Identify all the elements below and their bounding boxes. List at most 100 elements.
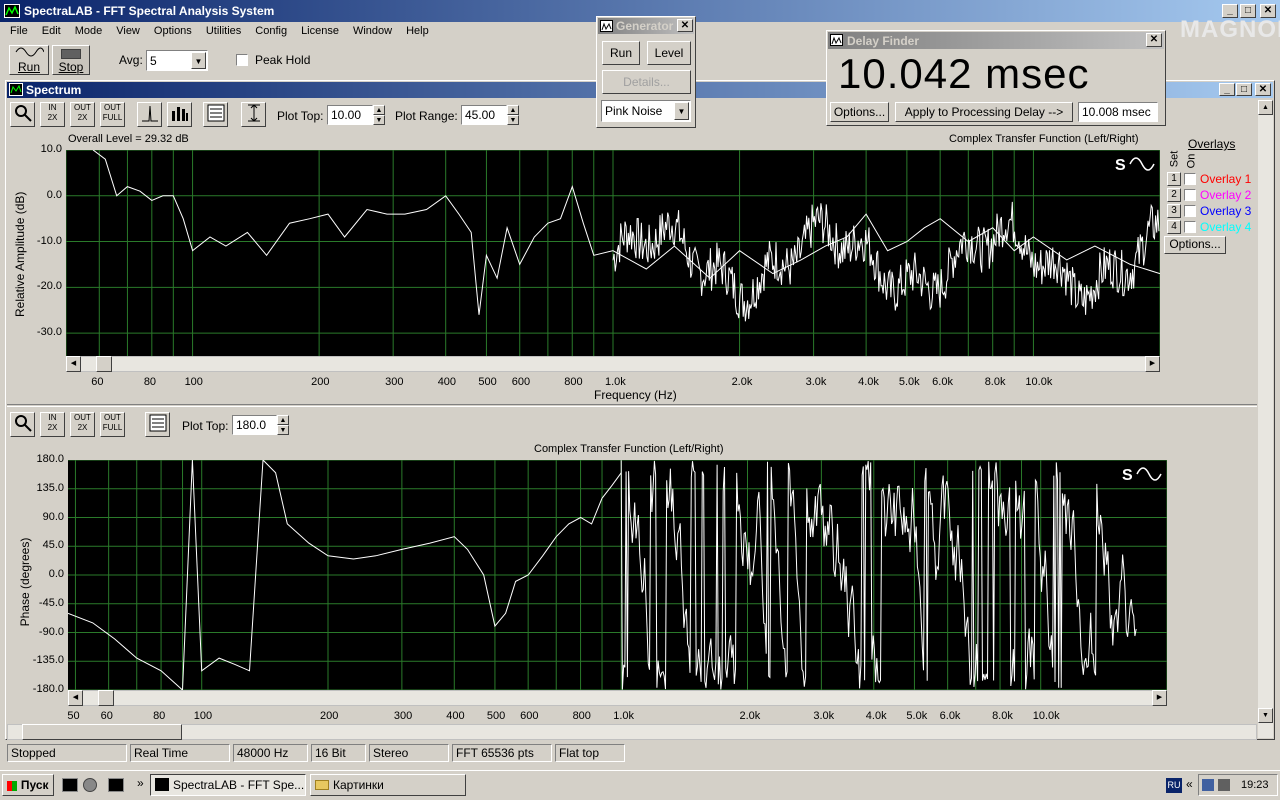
generator-run-button[interactable]: Run	[602, 41, 640, 65]
overlay-set-button[interactable]: 3	[1167, 204, 1181, 218]
y-tick-label: 10.0	[40, 143, 62, 155]
bar-graph-icon[interactable]	[167, 102, 192, 127]
phase-zoom-magnifier-icon[interactable]	[10, 412, 35, 437]
phase-plot-top-label: Plot Top:	[182, 419, 229, 433]
menu-item-edit[interactable]: Edit	[42, 25, 61, 37]
menu-item-config[interactable]: Config	[255, 25, 287, 37]
generator-signal-select[interactable]: Pink Noise ▼	[601, 100, 691, 122]
phase-settings-panel-icon[interactable]	[145, 412, 170, 437]
overlay-set-button[interactable]: 4	[1167, 220, 1181, 234]
plot-range-spin-up[interactable]: ▲	[507, 105, 519, 115]
phase-graph[interactable]: S	[68, 460, 1167, 690]
overlay-on-checkbox[interactable]	[1184, 173, 1196, 185]
phase-zoom-in-2x-icon[interactable]: IN 2X	[40, 412, 65, 437]
x-tick-label: 300	[385, 376, 404, 388]
quicklaunch-more-icon[interactable]: »	[137, 776, 144, 790]
amplitude-graph-title: Complex Transfer Function (Left/Right)	[949, 133, 1139, 145]
phase-plot-top-spin-up[interactable]: ▲	[277, 415, 289, 425]
overlay-on-checkbox[interactable]	[1184, 205, 1196, 217]
delay-finder-close-button[interactable]: ✕	[1146, 33, 1162, 47]
status-cell: Stereo	[369, 744, 449, 762]
settings-panel-icon[interactable]	[203, 102, 228, 127]
start-button[interactable]: Пуск	[2, 774, 54, 796]
hscroll-thumb-2[interactable]	[98, 690, 114, 706]
menu-item-view[interactable]: View	[116, 25, 140, 37]
vertical-scale-icon[interactable]	[241, 102, 266, 127]
menu-item-utilities[interactable]: Utilities	[206, 25, 241, 37]
language-indicator[interactable]: RU	[1166, 778, 1182, 793]
vscroll-up[interactable]: ▲	[1258, 100, 1273, 115]
spectrum-close-button[interactable]: ✕	[1255, 83, 1271, 96]
pane-divider[interactable]	[7, 404, 1257, 407]
delay-finder-title: Delay Finder	[847, 34, 920, 48]
run-button[interactable]: Run	[9, 45, 49, 75]
menu-item-options[interactable]: Options	[154, 25, 192, 37]
phase-plot-top-spin-down[interactable]: ▼	[277, 425, 289, 435]
spectrum-vscroll[interactable]	[1258, 100, 1273, 738]
plot-range-input[interactable]: 45.00	[461, 105, 507, 125]
peak-hold-label: Peak Hold	[255, 53, 311, 67]
spectrum-minimize-button[interactable]: _	[1219, 83, 1235, 96]
y-tick-label: 0.0	[46, 188, 62, 201]
overlay-options-button[interactable]: Options...	[1164, 236, 1226, 254]
hscroll-left-1[interactable]: ◀	[66, 356, 81, 372]
overlay-set-button[interactable]: 2	[1167, 188, 1181, 202]
y-tick-label: 0.0	[48, 568, 64, 580]
peak-hold-checkbox[interactable]	[236, 54, 248, 66]
zoom-out-2x-icon[interactable]: OUT 2X	[70, 102, 95, 127]
overlay-on-checkbox[interactable]	[1184, 221, 1196, 233]
menu-item-license[interactable]: License	[301, 25, 339, 37]
generator-level-button[interactable]: Level	[647, 41, 691, 65]
overlay-set-button[interactable]: 1	[1167, 172, 1181, 186]
menu-item-window[interactable]: Window	[353, 25, 392, 37]
task-spectralab-button[interactable]: SpectraLAB - FFT Spe...	[150, 774, 306, 796]
zoom-in-2x-icon[interactable]: IN 2X	[40, 102, 65, 127]
zoom-out-full-icon[interactable]: OUT FULL	[100, 102, 125, 127]
window-hscroll-thumb[interactable]	[22, 724, 182, 740]
avg-select[interactable]: 5 ▼	[146, 50, 208, 71]
stop-button[interactable]: Stop	[52, 45, 90, 75]
y-tick-label: -30.0	[36, 326, 62, 339]
amplitude-graph[interactable]: S	[66, 150, 1160, 356]
menu-item-mode[interactable]: Mode	[75, 25, 103, 37]
plot-top-spin-up[interactable]: ▲	[373, 105, 385, 115]
phase-zoom-out-2x-icon[interactable]: OUT 2X	[70, 412, 95, 437]
tray-volume-icon[interactable]	[1218, 779, 1230, 791]
peak-line-icon[interactable]	[137, 102, 162, 127]
hscroll-thumb-1[interactable]	[96, 356, 112, 372]
delay-finder-title-bar: Delay Finder ✕	[828, 32, 1164, 49]
plot-range-spin-down[interactable]: ▼	[507, 115, 519, 125]
apply-delay-button[interactable]: Apply to Processing Delay -->	[895, 102, 1073, 122]
amplitude-hscroll[interactable]	[66, 356, 1160, 372]
generator-close-button[interactable]: ✕	[677, 19, 693, 32]
phase-zoom-out-full-icon[interactable]: OUT FULL	[100, 412, 125, 437]
quicklaunch-browser-icon[interactable]	[83, 778, 97, 792]
x-tick-label: 80	[143, 376, 157, 388]
generator-chevron-down-icon[interactable]: ▼	[674, 102, 689, 120]
x-tick-label: 80	[153, 710, 166, 722]
x-tick-label: 2.0k	[731, 376, 753, 388]
hscroll-left-2[interactable]: ◀	[68, 690, 83, 706]
zoom-magnifier-icon[interactable]	[10, 102, 35, 127]
tray-expand-icon[interactable]: «	[1186, 777, 1193, 791]
phase-hscroll[interactable]	[68, 690, 1167, 706]
spectrum-maximize-button[interactable]: □	[1236, 83, 1252, 96]
phase-plot-top-input[interactable]: 180.0	[232, 415, 277, 435]
menu-item-file[interactable]: File	[10, 25, 28, 37]
generator-details-button[interactable]: Details...	[602, 70, 691, 94]
menu-item-help[interactable]: Help	[406, 25, 429, 37]
vscroll-down[interactable]: ▼	[1258, 708, 1273, 723]
hscroll-right-2[interactable]: ▶	[1152, 690, 1167, 706]
window-hscroll[interactable]	[7, 724, 1257, 740]
task-folder-button[interactable]: Картинки	[310, 774, 466, 796]
tray-network-icon[interactable]	[1202, 779, 1214, 791]
plot-top-input[interactable]: 10.00	[327, 105, 373, 125]
hscroll-right-1[interactable]: ▶	[1145, 356, 1160, 372]
quicklaunch-spectralab-icon[interactable]	[62, 778, 78, 792]
plot-top-spin-down[interactable]: ▼	[373, 115, 385, 125]
delay-options-button[interactable]: Options...	[830, 102, 889, 122]
status-cell: FFT 65536 pts	[452, 744, 552, 762]
quicklaunch-app-icon[interactable]	[108, 778, 124, 792]
overlay-on-checkbox[interactable]	[1184, 189, 1196, 201]
chevron-down-icon[interactable]: ▼	[191, 52, 206, 69]
